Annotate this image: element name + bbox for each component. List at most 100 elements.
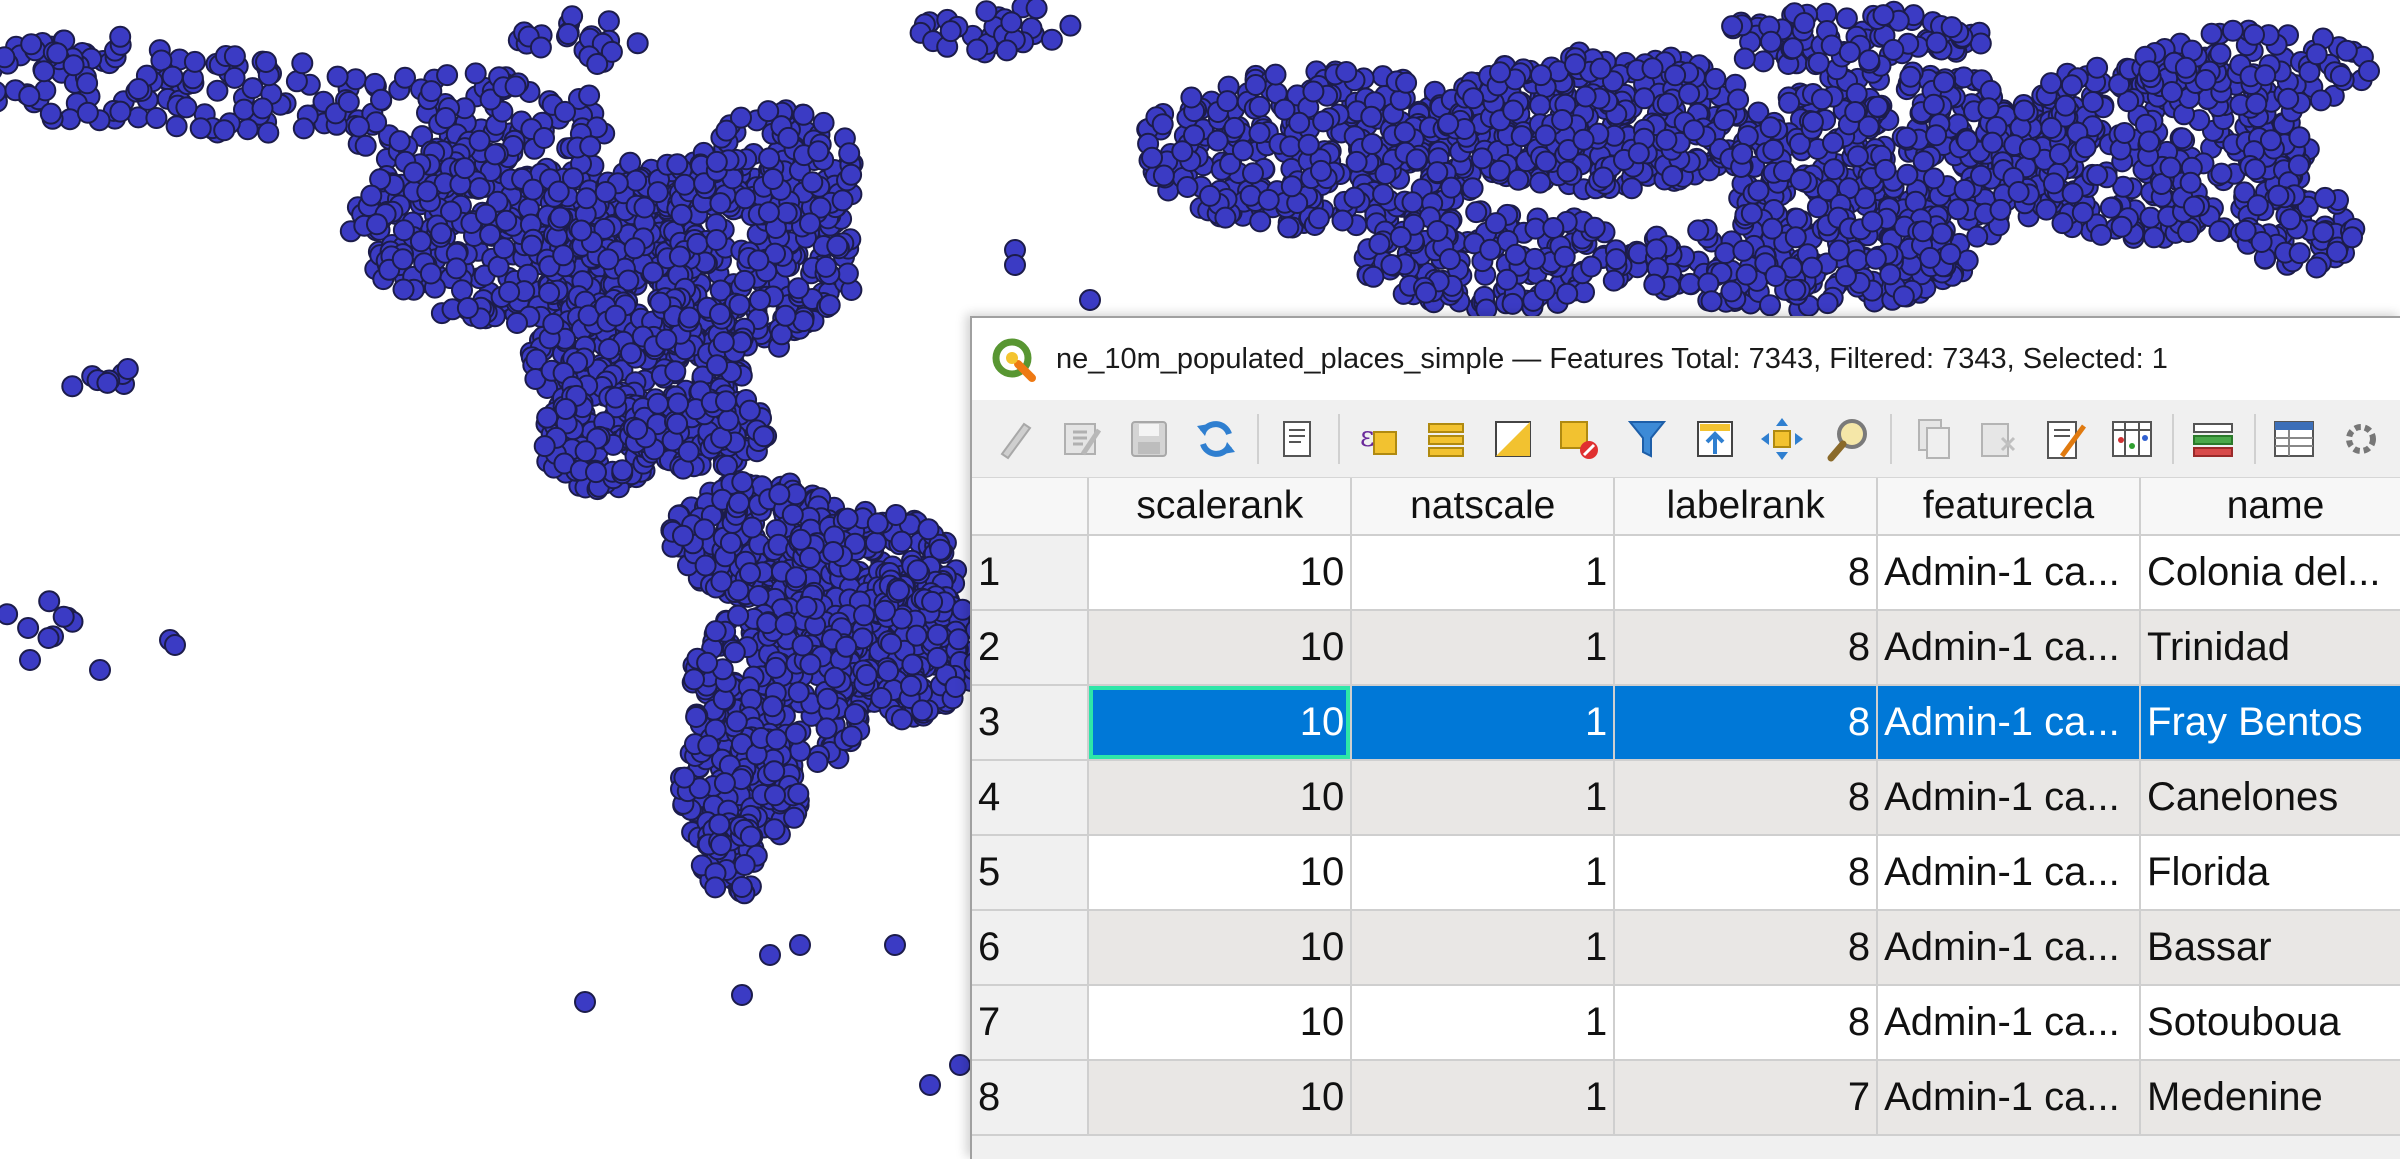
map-point <box>1280 175 1303 198</box>
row-header[interactable]: 8 <box>972 1060 1090 1136</box>
map-point <box>1762 138 1785 161</box>
map-point <box>838 142 861 165</box>
cell-scalerank[interactable]: 10 <box>1088 685 1353 761</box>
map-point <box>926 623 949 646</box>
cell-natscale[interactable]: 1 <box>1351 835 1616 911</box>
cell-labelrank[interactable]: 7 <box>1614 1060 1879 1136</box>
map-point <box>1966 225 1989 248</box>
cell-featurecla[interactable]: Admin-1 ca... <box>1877 760 2142 836</box>
cell-scalerank[interactable]: 10 <box>1088 760 1353 836</box>
cell-labelrank[interactable]: 8 <box>1614 910 1879 986</box>
copy-features-icon[interactable] <box>1904 412 1957 466</box>
table-row[interactable]: 3 10 1 8 Admin-1 ca... Fray Bentos <box>972 685 2400 761</box>
corner-header[interactable] <box>972 478 1090 536</box>
map-point <box>1059 14 1082 37</box>
select-all-icon[interactable] <box>1419 412 1472 466</box>
map-point <box>2267 184 2290 207</box>
add-feature-icon[interactable] <box>1271 412 1324 466</box>
filter-icon[interactable] <box>1621 412 1674 466</box>
table-row[interactable]: 8 10 1 7 Admin-1 ca... Medenine <box>972 1060 2400 1136</box>
cell-name[interactable]: Florida <box>2140 835 2400 911</box>
row-header[interactable]: 1 <box>972 535 1090 611</box>
table-row[interactable]: 5 10 1 8 Admin-1 ca... Florida <box>972 835 2400 911</box>
map-point <box>1759 116 1782 139</box>
cell-natscale[interactable]: 1 <box>1351 535 1616 611</box>
cell-natscale[interactable]: 1 <box>1351 685 1616 761</box>
cell-labelrank[interactable]: 8 <box>1614 535 1879 611</box>
map-point <box>1242 162 1264 185</box>
cell-natscale[interactable]: 1 <box>1351 910 1616 986</box>
field-calculator-icon[interactable] <box>2186 412 2239 466</box>
cell-scalerank[interactable]: 10 <box>1088 985 1353 1061</box>
table-row[interactable]: 2 10 1 8 Admin-1 ca... Trinidad <box>972 610 2400 686</box>
toggle-multi-edit-icon[interactable] <box>1055 412 1108 466</box>
row-header[interactable]: 7 <box>972 985 1090 1061</box>
deselect-all-icon[interactable] <box>1554 412 1607 466</box>
column-header-scalerank[interactable]: scalerank <box>1088 478 1353 536</box>
zoom-to-selected-icon[interactable] <box>1822 412 1875 466</box>
cell-scalerank[interactable]: 10 <box>1088 835 1353 911</box>
cell-name[interactable]: Fray Bentos <box>2140 685 2400 761</box>
pan-to-selected-icon[interactable] <box>1755 412 1808 466</box>
cell-name[interactable]: Colonia del... <box>2140 535 2400 611</box>
cell-featurecla[interactable]: Admin-1 ca... <box>1877 685 2142 761</box>
cell-labelrank[interactable]: 8 <box>1614 610 1879 686</box>
cell-name[interactable]: Medenine <box>2140 1060 2400 1136</box>
cell-natscale[interactable]: 1 <box>1351 1060 1616 1136</box>
cell-name[interactable]: Sotouboua <box>2140 985 2400 1061</box>
row-header[interactable]: 6 <box>972 910 1090 986</box>
cell-labelrank[interactable]: 8 <box>1614 760 1879 836</box>
cell-featurecla[interactable]: Admin-1 ca... <box>1877 1060 2142 1136</box>
cell-scalerank[interactable]: 10 <box>1088 1060 1353 1136</box>
table-row[interactable]: 7 10 1 8 Admin-1 ca... Sotouboua <box>972 985 2400 1061</box>
row-header[interactable]: 2 <box>972 610 1090 686</box>
cell-featurecla[interactable]: Admin-1 ca... <box>1877 985 2142 1061</box>
row-header[interactable]: 3 <box>972 685 1090 761</box>
table-row[interactable]: 4 10 1 8 Admin-1 ca... Canelones <box>972 760 2400 836</box>
table-row[interactable]: 6 10 1 8 Admin-1 ca... Bassar <box>972 910 2400 986</box>
cell-name[interactable]: Trinidad <box>2140 610 2400 686</box>
column-header-labelrank[interactable]: labelrank <box>1614 478 1879 536</box>
cell-labelrank[interactable]: 8 <box>1614 835 1879 911</box>
column-header-name[interactable]: name <box>2140 478 2400 536</box>
invert-selection-icon[interactable] <box>1486 412 1539 466</box>
delete-field-icon[interactable] <box>2105 412 2158 466</box>
column-header-featurecla[interactable]: featurecla <box>1877 478 2142 536</box>
dock-window-icon[interactable] <box>2335 412 2388 466</box>
paste-features-icon[interactable] <box>1971 412 2024 466</box>
cell-natscale[interactable]: 1 <box>1351 985 1616 1061</box>
cell-scalerank[interactable]: 10 <box>1088 910 1353 986</box>
conditional-formatting-icon[interactable] <box>2268 412 2321 466</box>
window-titlebar[interactable]: ne_10m_populated_places_simple — Feature… <box>972 318 2400 400</box>
cell-labelrank[interactable]: 8 <box>1614 985 1879 1061</box>
row-header[interactable]: 4 <box>972 760 1090 836</box>
cell-featurecla[interactable]: Admin-1 ca... <box>1877 535 2142 611</box>
map-point <box>2177 221 2200 243</box>
select-by-expression-icon[interactable]: ε <box>1352 412 1405 466</box>
cell-labelrank[interactable]: 8 <box>1614 685 1879 761</box>
row-header[interactable]: 5 <box>972 835 1090 911</box>
map-point <box>704 620 727 643</box>
toggle-editing-icon[interactable] <box>988 412 1041 466</box>
map-point <box>1714 242 1737 265</box>
map-point <box>1214 206 1237 229</box>
column-header-natscale[interactable]: natscale <box>1351 478 1616 536</box>
map-point <box>763 818 786 841</box>
cell-name[interactable]: Bassar <box>2140 910 2400 986</box>
reload-table-icon[interactable] <box>1190 412 1243 466</box>
cell-featurecla[interactable]: Admin-1 ca... <box>1877 910 2142 986</box>
cell-natscale[interactable]: 1 <box>1351 760 1616 836</box>
table-row[interactable]: 1 10 1 8 Admin-1 ca... Colonia del... <box>972 535 2400 611</box>
cell-featurecla[interactable]: Admin-1 ca... <box>1877 835 2142 911</box>
cell-natscale[interactable]: 1 <box>1351 610 1616 686</box>
new-field-icon[interactable] <box>2038 412 2091 466</box>
cell-scalerank[interactable]: 10 <box>1088 610 1353 686</box>
map-point <box>1248 122 1271 144</box>
save-edits-icon[interactable] <box>1122 412 1175 466</box>
map-point <box>1747 179 1770 202</box>
cell-name[interactable]: Canelones <box>2140 760 2400 836</box>
cell-featurecla[interactable]: Admin-1 ca... <box>1877 610 2142 686</box>
move-selection-to-top-icon[interactable] <box>1688 412 1741 466</box>
cell-scalerank[interactable]: 10 <box>1088 535 1353 611</box>
map-point <box>1925 31 1948 54</box>
